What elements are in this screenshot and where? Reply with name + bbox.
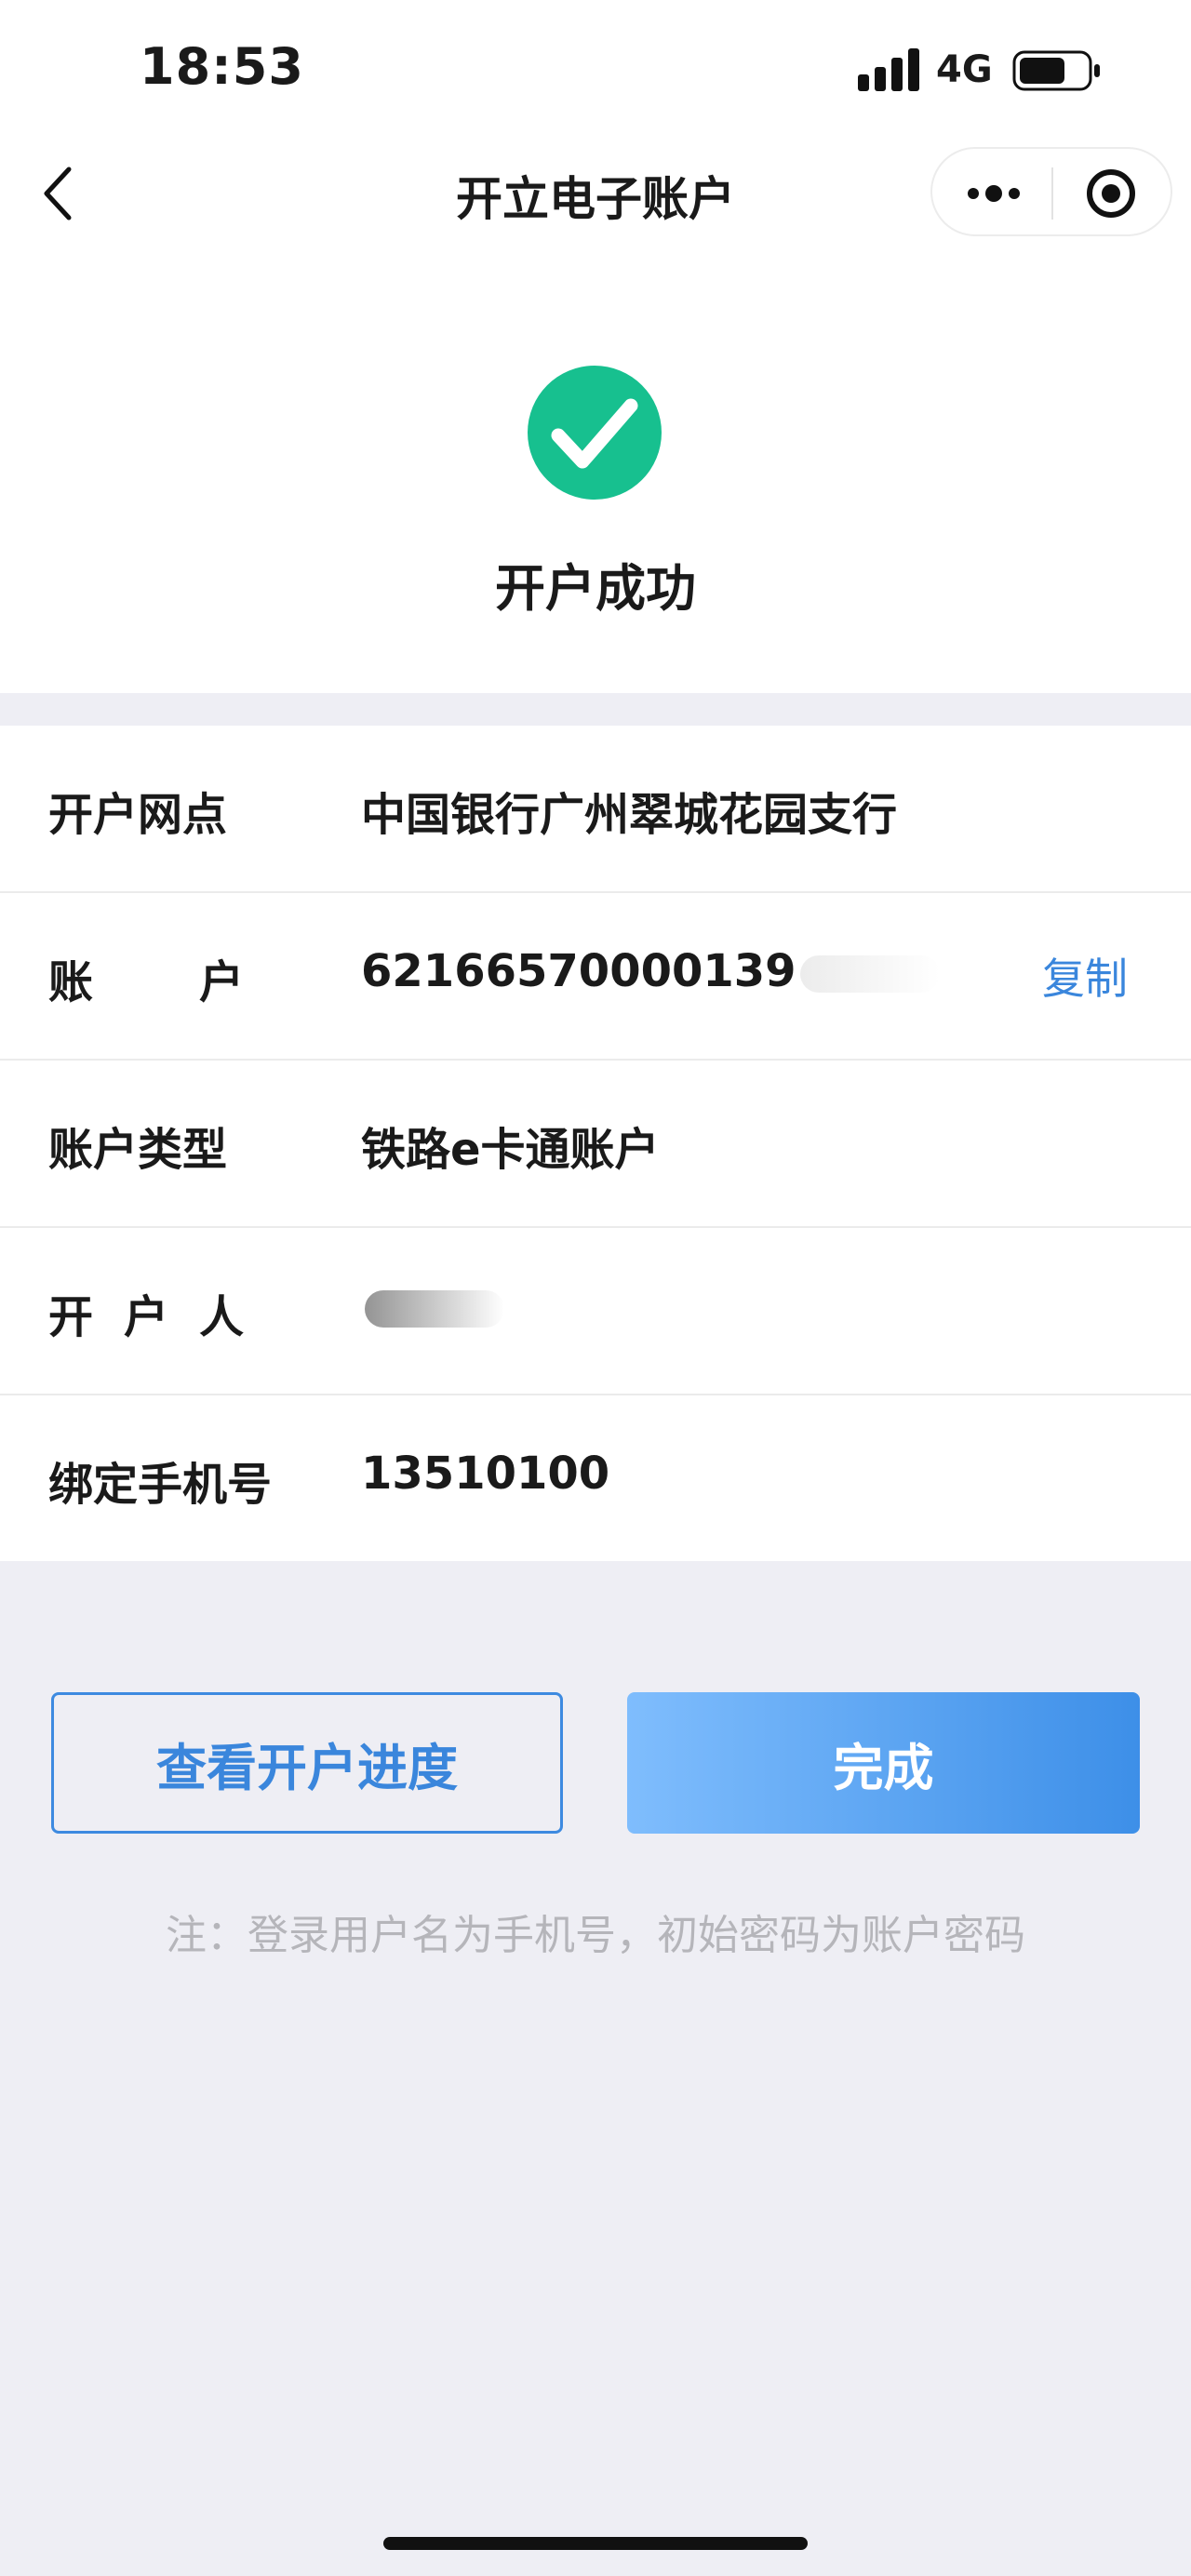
branch-value: 中国银行广州翠城花园支行 xyxy=(361,789,898,841)
mini-program-capsule xyxy=(930,147,1172,236)
info-row-branch: 开户网点 中国银行广州翠城花园支行 xyxy=(0,726,1191,893)
type-label: 账户类型 xyxy=(48,1124,228,1176)
account-label: 账 户 xyxy=(48,945,244,1010)
holder-label-part: 开 xyxy=(48,1291,94,1343)
status-time: 18:53 xyxy=(140,37,304,96)
success-title: 开户成功 xyxy=(495,559,696,618)
holder-value xyxy=(361,1280,504,1332)
info-row-account: 账 户 62166570000139 复制 xyxy=(0,893,1191,1061)
view-progress-button[interactable]: 查看开户进度 xyxy=(51,1692,563,1834)
network-label: 4G xyxy=(936,48,993,91)
capsule-divider xyxy=(1051,167,1053,220)
type-value: 铁路e卡通账户 xyxy=(361,1124,660,1176)
holder-label: 开 户 人 xyxy=(48,1280,244,1345)
account-info-list: 开户网点 中国银行广州翠城花园支行 账 户 62166570000139 复制 … xyxy=(0,726,1191,1561)
done-button[interactable]: 完成 xyxy=(627,1692,1140,1834)
success-section: 开户成功 xyxy=(0,260,1191,693)
battery-icon xyxy=(1012,50,1100,91)
holder-label-part: 户 xyxy=(123,1291,168,1343)
phone-value: 13510100 xyxy=(361,1448,610,1500)
home-indicator xyxy=(383,2537,808,2550)
copy-button[interactable]: 复制 xyxy=(1042,945,1128,1007)
nav-bar: 开立电子账户 xyxy=(0,140,1191,260)
info-row-phone: 绑定手机号 13510100 xyxy=(0,1395,1191,1561)
info-row-type: 账户类型 铁路e卡通账户 xyxy=(0,1061,1191,1228)
redaction-mask xyxy=(799,955,940,993)
redaction-mask xyxy=(365,1290,504,1328)
close-icon[interactable] xyxy=(1085,167,1137,220)
branch-label: 开户网点 xyxy=(48,789,228,841)
holder-label-part: 人 xyxy=(198,1291,244,1343)
account-label-part: 户 xyxy=(198,956,244,1008)
signal-icon xyxy=(858,48,919,91)
info-row-holder: 开 户 人 xyxy=(0,1228,1191,1395)
account-label-part: 账 xyxy=(48,956,94,1008)
login-note: 注：登录用户名为手机号，初始密码为账户密码 xyxy=(166,1912,1025,1959)
status-bar: 18:53 4G xyxy=(0,0,1191,140)
account-value: 62166570000139 xyxy=(361,945,796,997)
account-value-wrap: 62166570000139 xyxy=(361,945,940,997)
more-icon[interactable] xyxy=(966,177,1022,210)
phone-label: 绑定手机号 xyxy=(48,1459,273,1511)
check-circle-icon xyxy=(528,366,662,500)
